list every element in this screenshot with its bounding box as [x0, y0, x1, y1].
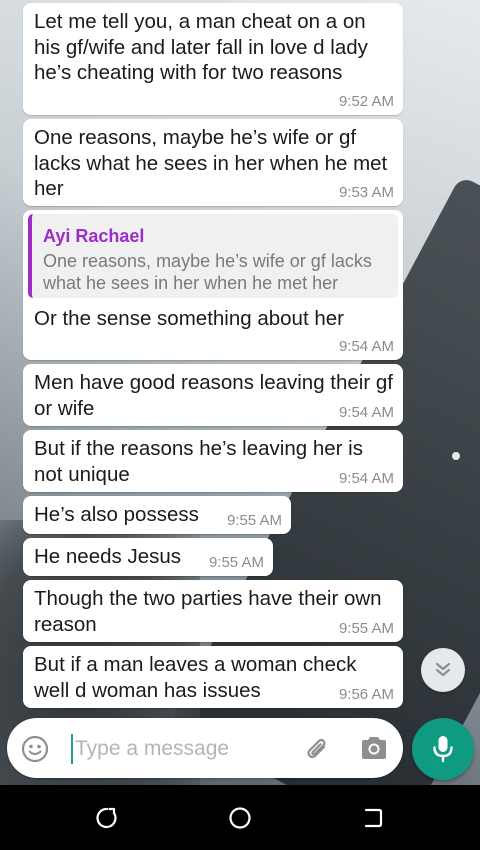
- text-caret: [71, 734, 73, 764]
- camera-icon[interactable]: [359, 734, 389, 762]
- message-time: 9:54 AM: [338, 404, 394, 421]
- message-time: 9:56 AM: [338, 686, 394, 703]
- microphone-icon: [433, 736, 453, 763]
- message-text: Or the sense something about her: [34, 307, 344, 330]
- message-time: 9:54 AM: [338, 470, 394, 487]
- voice-message-button[interactable]: [412, 718, 474, 780]
- recents-icon[interactable]: [94, 805, 120, 831]
- quoted-text: One reasons, maybe he’s wife or gf lacks…: [43, 251, 372, 293]
- home-icon[interactable]: [227, 805, 253, 831]
- paperclip-icon[interactable]: [301, 733, 331, 763]
- message-time: 9:54 AM: [338, 338, 394, 355]
- message-bubble[interactable]: Let me tell you, a man cheat on a on his…: [23, 3, 403, 115]
- message-bubble[interactable]: He’s also possess 9:55 AM: [23, 496, 291, 534]
- message-bubble[interactable]: He needs Jesus 9:55 AM: [23, 538, 273, 576]
- system-navigation-bar: [0, 785, 480, 850]
- message-input[interactable]: [75, 732, 295, 766]
- back-icon[interactable]: [360, 805, 386, 831]
- quoted-message[interactable]: Ayi Rachael One reasons, maybe he’s wife…: [28, 214, 398, 298]
- message-time: 9:53 AM: [338, 184, 394, 201]
- message-bubble[interactable]: Men have good reasons leaving their gf o…: [23, 364, 403, 426]
- message-composer: [7, 718, 403, 778]
- message-bubble[interactable]: But if a man leaves a woman check well d…: [23, 646, 403, 708]
- message-bubble-reply[interactable]: Ayi Rachael One reasons, maybe he’s wife…: [23, 210, 403, 360]
- emoji-icon[interactable]: [21, 735, 49, 763]
- double-chevron-down-icon: [435, 662, 451, 677]
- message-text: Let me tell you, a man cheat on a on his…: [34, 10, 368, 84]
- message-bubble[interactable]: But if the reasons he’s leaving her is n…: [23, 430, 403, 492]
- message-time: 9:55 AM: [208, 554, 264, 571]
- message-bubble[interactable]: Though the two parties have their own re…: [23, 580, 403, 642]
- message-time: 9:55 AM: [226, 512, 282, 529]
- message-bubble[interactable]: One reasons, maybe he’s wife or gf lacks…: [23, 119, 403, 206]
- message-time: 9:55 AM: [338, 620, 394, 637]
- quoted-author: Ayi Rachael: [43, 226, 145, 246]
- message-time: 9:52 AM: [338, 93, 394, 110]
- message-list[interactable]: Let me tell you, a man cheat on a on his…: [0, 0, 480, 715]
- scroll-to-bottom-button[interactable]: [421, 648, 465, 692]
